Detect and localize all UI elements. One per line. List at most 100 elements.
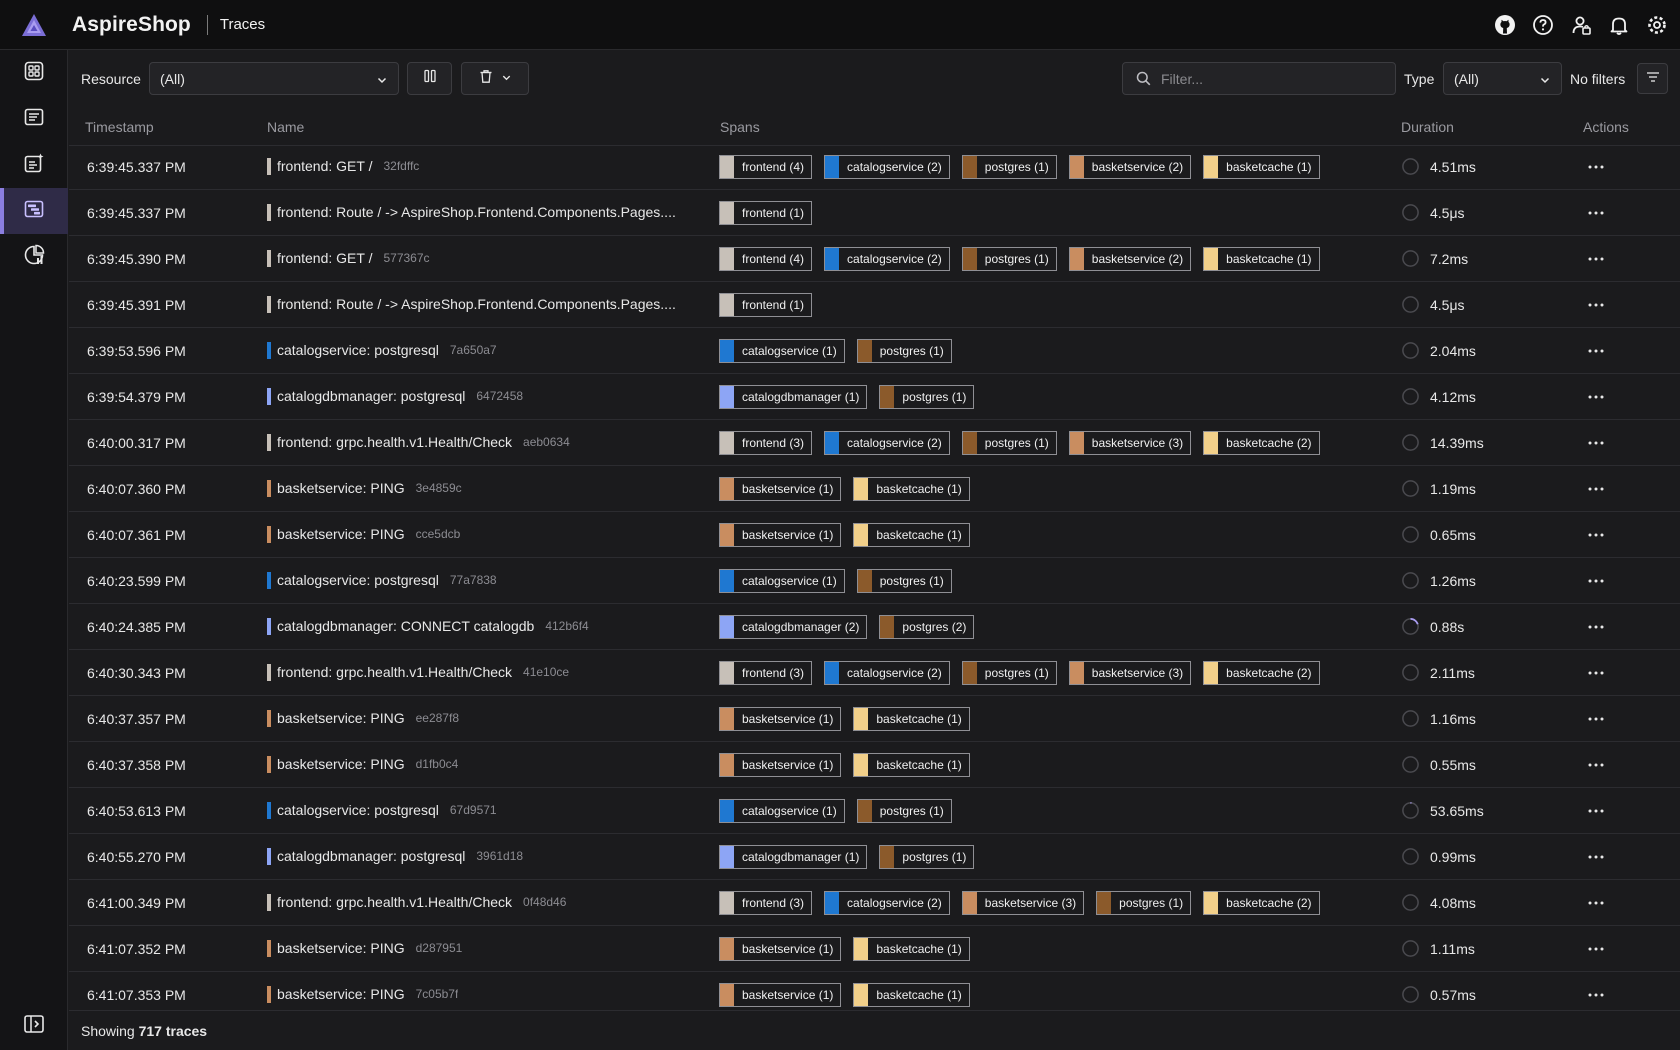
trace-name-cell[interactable]: catalogservice: postgresql 77a7838 [267,571,497,589]
trace-name[interactable]: frontend: Route / -> AspireShop.Frontend… [277,296,676,312]
span-resource-chip[interactable]: frontend (1) [719,201,813,225]
trace-name-cell[interactable]: frontend: grpc.health.v1.Health/Check aeb… [267,433,570,451]
row-actions-button[interactable] [1583,661,1609,685]
span-resource-chip[interactable]: catalogdbmanager (1) [719,845,868,869]
span-resource-chip[interactable]: basketcache (1) [853,707,970,731]
span-resource-chip[interactable]: basketservice (3) [1068,661,1192,685]
row-actions-button[interactable] [1583,569,1609,593]
span-resource-chip[interactable]: basketservice (1) [719,983,842,1007]
span-resource-chip[interactable]: basketservice (1) [719,937,842,961]
trace-name-cell[interactable]: catalogservice: postgresql 67d9571 [267,801,497,819]
span-resource-chip[interactable]: basketcache (1) [1203,155,1320,179]
row-actions-button[interactable] [1583,247,1609,271]
trace-row[interactable]: 6:39:53.596 PM catalogservice: postgresql… [69,328,1680,374]
trace-name[interactable]: frontend: GET / [277,250,372,266]
span-resource-chip[interactable]: basketcache (1) [1203,247,1320,271]
span-resource-chip[interactable]: basketservice (2) [1068,155,1192,179]
pause-button[interactable] [407,62,452,95]
span-resource-chip[interactable]: basketservice (1) [719,523,842,547]
collapse-nav-button[interactable] [0,1010,68,1042]
nav-item-structured-logs[interactable] [0,142,68,188]
span-resource-chip[interactable]: catalogservice (2) [824,431,950,455]
trace-row[interactable]: 6:39:45.337 PM frontend: GET /32fdffc fron… [69,146,1680,190]
span-resource-chip[interactable]: basketservice (1) [719,753,842,777]
trace-name-cell[interactable]: frontend: grpc.health.v1.Health/Check 0f4… [267,893,566,911]
span-resource-chip[interactable]: frontend (4) [719,155,813,179]
trace-row[interactable]: 6:40:23.599 PM catalogservice: postgresql… [69,558,1680,604]
row-actions-button[interactable] [1583,937,1609,961]
row-actions-button[interactable] [1583,155,1609,179]
nav-item-resources[interactable] [0,50,68,96]
trace-row[interactable]: 6:40:30.343 PM frontend: grpc.health.v1.H… [69,650,1680,696]
span-resource-chip[interactable]: basketservice (3) [961,891,1085,915]
span-resource-chip[interactable]: postgres (1) [856,569,952,593]
help-icon[interactable] [1530,12,1556,38]
span-resource-chip[interactable]: postgres (1) [961,431,1057,455]
trace-row[interactable]: 6:39:45.391 PM frontend: Route / -> Aspir… [69,282,1680,328]
column-header-duration[interactable]: Duration [1401,119,1454,135]
trace-name[interactable]: catalogdbmanager: CONNECT catalogdb [277,618,534,634]
span-resource-chip[interactable]: postgres (1) [961,247,1057,271]
row-actions-button[interactable] [1583,845,1609,869]
span-resource-chip[interactable]: frontend (3) [719,431,813,455]
account-icon[interactable] [1568,12,1594,38]
resource-select[interactable]: (All) [149,62,399,95]
aspire-logo-icon[interactable] [0,0,68,50]
trace-row[interactable]: 6:40:53.613 PM catalogservice: postgresql… [69,788,1680,834]
span-resource-chip[interactable]: basketservice (3) [1068,431,1192,455]
span-resource-chip[interactable]: catalogservice (1) [719,339,845,363]
span-resource-chip[interactable]: postgres (1) [879,845,975,869]
notifications-icon[interactable] [1606,12,1632,38]
span-resource-chip[interactable]: postgres (1) [1096,891,1192,915]
span-resource-chip[interactable]: postgres (1) [879,385,975,409]
trace-name-cell[interactable]: frontend: grpc.health.v1.Health/Check 41e… [267,663,569,681]
trace-name[interactable]: catalogservice: postgresql [277,572,439,588]
span-resource-chip[interactable]: postgres (1) [961,155,1057,179]
nav-item-traces[interactable] [0,188,68,234]
span-resource-chip[interactable]: catalogservice (1) [719,569,845,593]
filter-options-button[interactable] [1637,63,1668,94]
trace-name-cell[interactable]: catalogdbmanager: CONNECT catalogdb 412b6… [267,617,589,635]
trace-name[interactable]: basketservice: PING [277,526,405,542]
span-resource-chip[interactable]: catalogservice (1) [719,799,845,823]
settings-icon[interactable] [1644,12,1670,38]
span-resource-chip[interactable]: catalogdbmanager (1) [719,385,868,409]
app-name[interactable]: AspireShop [72,13,191,37]
span-resource-chip[interactable]: basketcache (1) [853,983,970,1007]
trace-name-cell[interactable]: basketservice: PING ee287f8 [267,709,459,727]
trace-name-cell[interactable]: frontend: Route / -> AspireShop.Frontend… [267,203,676,221]
nav-item-console-logs[interactable] [0,96,68,142]
trace-name[interactable]: catalogservice: postgresql [277,342,439,358]
github-icon[interactable] [1492,12,1518,38]
trace-name[interactable]: frontend: grpc.health.v1.Health/Check [277,894,512,910]
trace-name[interactable]: basketservice: PING [277,710,405,726]
trace-name[interactable]: basketservice: PING [277,756,405,772]
span-resource-chip[interactable]: catalogservice (2) [824,661,950,685]
row-actions-button[interactable] [1583,707,1609,731]
span-resource-chip[interactable]: postgres (1) [961,661,1057,685]
span-resource-chip[interactable]: basketservice (2) [1068,247,1192,271]
span-resource-chip[interactable]: frontend (1) [719,293,813,317]
trace-name[interactable]: catalogdbmanager: postgresql [277,848,465,864]
row-actions-button[interactable] [1583,293,1609,317]
span-resource-chip[interactable]: basketcache (1) [853,753,970,777]
trace-row[interactable]: 6:40:07.360 PM basketservice: PING 3e4859c… [69,466,1680,512]
trace-name-cell[interactable]: frontend: Route / -> AspireShop.Frontend… [267,295,676,313]
trace-name[interactable]: catalogservice: postgresql [277,802,439,818]
span-resource-chip[interactable]: frontend (3) [719,661,813,685]
span-resource-chip[interactable]: catalogservice (2) [824,247,950,271]
span-resource-chip[interactable]: frontend (4) [719,247,813,271]
row-actions-button[interactable] [1583,523,1609,547]
trace-row[interactable]: 6:39:45.337 PM frontend: Route / -> Aspir… [69,190,1680,236]
span-resource-chip[interactable]: basketcache (2) [1203,661,1320,685]
span-resource-chip[interactable]: basketservice (1) [719,477,842,501]
row-actions-button[interactable] [1583,477,1609,501]
trace-row[interactable]: 6:41:07.352 PM basketservice: PING d287951… [69,926,1680,972]
span-resource-chip[interactable]: basketcache (2) [1203,431,1320,455]
span-resource-chip[interactable]: frontend (3) [719,891,813,915]
trace-name[interactable]: frontend: GET / [277,158,372,174]
trace-name-cell[interactable]: catalogdbmanager: postgresql 6472458 [267,387,523,405]
trace-name[interactable]: basketservice: PING [277,940,405,956]
trace-row[interactable]: 6:41:00.349 PM frontend: grpc.health.v1.H… [69,880,1680,926]
row-actions-button[interactable] [1583,201,1609,225]
